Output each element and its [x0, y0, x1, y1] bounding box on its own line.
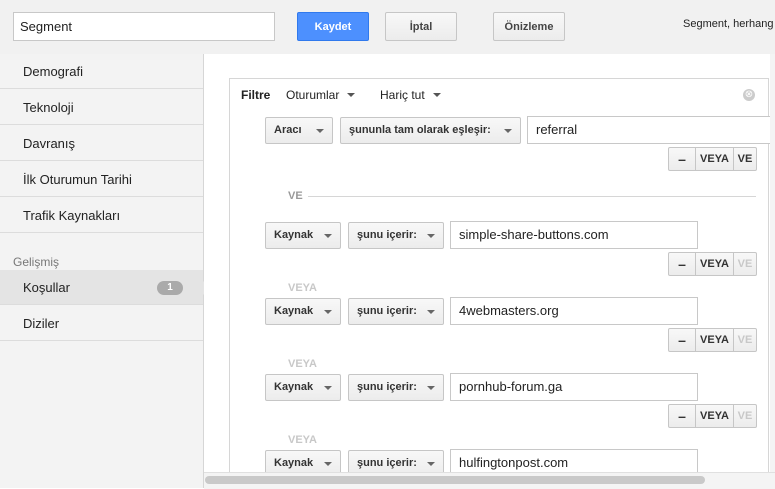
or-separator-label: VEYA	[288, 358, 317, 370]
filter-mode-label: Hariç tut	[380, 88, 425, 102]
cancel-button[interactable]: İptal	[385, 12, 457, 41]
sidebar-item-technology[interactable]: Teknoloji	[0, 90, 203, 125]
filter-title: Filtre	[241, 88, 271, 102]
sidebar-item-label: İlk Oturumun Tarihi	[23, 172, 132, 187]
operator-dropdown[interactable]: şunu içerir:	[348, 450, 444, 472]
sidebar-item-label: Diziler	[23, 316, 60, 331]
dimension-dropdown[interactable]: Aracı	[265, 117, 333, 144]
or-separator-label: VEYA	[288, 282, 317, 294]
dimension-dropdown[interactable]: Kaynak	[265, 450, 341, 472]
sidebar-item-sequences[interactable]: Diziler	[0, 306, 203, 341]
conditions-count-badge: 1	[157, 281, 183, 295]
or-button[interactable]: VEYA	[695, 405, 733, 427]
chevron-down-icon	[347, 92, 356, 97]
filter-header: Filtre Oturumlar Hariç tut ⊗	[230, 79, 770, 110]
operator-label: şunu içerir:	[357, 305, 417, 317]
chevron-down-icon	[324, 234, 332, 238]
chevron-down-icon	[504, 129, 512, 133]
sidebar-item-label: Trafik Kaynakları	[23, 208, 121, 223]
condition-value-input[interactable]: simple-share-buttons.com	[450, 221, 698, 249]
condition-value-input[interactable]: pornhub-forum.ga	[450, 373, 698, 401]
sidebar-item-label: Koşullar	[23, 280, 70, 295]
condition-value-input[interactable]: hulfingtonpost.com	[450, 449, 698, 472]
dimension-label: Kaynak	[274, 381, 314, 393]
chevron-down-icon	[427, 462, 435, 466]
segment-name-input[interactable]	[13, 12, 275, 41]
or-separator-label: VEYA	[288, 434, 317, 446]
vertical-scrollbar[interactable]	[770, 54, 775, 472]
filter-box: Filtre Oturumlar Hariç tut ⊗ Aracı şunun…	[229, 78, 772, 472]
chevron-down-icon	[432, 92, 441, 97]
sidebar-item-label: Teknoloji	[23, 100, 74, 115]
operator-label: şunu içerir:	[357, 381, 417, 393]
horizontal-scrollbar-thumb[interactable]	[205, 476, 705, 484]
or-button[interactable]: VEYA	[695, 329, 733, 351]
or-button[interactable]: VEYA	[695, 253, 733, 275]
dimension-dropdown[interactable]: Kaynak	[265, 298, 341, 325]
dimension-dropdown[interactable]: Kaynak	[265, 374, 341, 401]
filter-scope-label: Oturumlar	[286, 88, 340, 102]
condition-ops-group: – VEYA VE	[668, 147, 757, 171]
segment-summary-text: Segment, herhang	[683, 18, 774, 30]
operator-label: şunu içerir:	[357, 457, 417, 469]
chevron-down-icon	[427, 234, 435, 238]
condition-ops-group: – VEYA VE	[668, 252, 757, 276]
operator-dropdown[interactable]: şunu içerir:	[348, 298, 444, 325]
sidebar-item-demographics[interactable]: Demografi	[0, 54, 203, 89]
horizontal-scrollbar[interactable]	[204, 472, 775, 489]
chevron-down-icon	[324, 310, 332, 314]
chevron-down-icon	[316, 129, 324, 133]
dimension-label: Aracı	[274, 124, 302, 136]
chevron-down-icon	[324, 462, 332, 466]
remove-condition-button[interactable]: –	[669, 253, 695, 275]
segment-sidebar: Demografi Teknoloji Davranış İlk Oturumu…	[0, 54, 204, 488]
dimension-label: Kaynak	[274, 229, 314, 241]
chevron-down-icon	[324, 386, 332, 390]
sidebar-section-advanced: Gelişmiş	[13, 255, 60, 269]
dimension-dropdown[interactable]: Kaynak	[265, 222, 341, 249]
save-button[interactable]: Kaydet	[297, 12, 369, 41]
remove-condition-button[interactable]: –	[669, 329, 695, 351]
sidebar-item-behavior[interactable]: Davranış	[0, 126, 203, 161]
and-button[interactable]: VE	[733, 148, 756, 170]
and-button[interactable]: VE	[733, 405, 756, 427]
preview-button[interactable]: Önizleme	[493, 12, 565, 41]
condition-ops-group: – VEYA VE	[668, 404, 757, 428]
remove-condition-button[interactable]: –	[669, 148, 695, 170]
sidebar-item-label: Demografi	[23, 64, 83, 79]
sidebar-item-label: Davranış	[23, 136, 76, 151]
operator-dropdown[interactable]: şunu içerir:	[348, 222, 444, 249]
remove-filter-icon[interactable]: ⊗	[743, 89, 755, 101]
condition-ops-group: – VEYA VE	[668, 328, 757, 352]
and-button[interactable]: VE	[733, 329, 756, 351]
sidebar-item-traffic-sources[interactable]: Trafik Kaynakları	[0, 198, 203, 233]
chevron-down-icon	[427, 386, 435, 390]
operator-dropdown[interactable]: şunu içerir:	[348, 374, 444, 401]
segment-editor-toolbar: Kaydet İptal Önizleme Segment, herhang	[0, 0, 775, 55]
chevron-down-icon	[427, 310, 435, 314]
operator-label: şunu içerir:	[357, 229, 417, 241]
sidebar-item-conditions[interactable]: Koşullar 1	[0, 270, 203, 305]
condition-value-input[interactable]: 4webmasters.org	[450, 297, 698, 325]
filter-scope-dropdown[interactable]: Oturumlar	[286, 88, 356, 102]
remove-condition-button[interactable]: –	[669, 405, 695, 427]
or-button[interactable]: VEYA	[695, 148, 733, 170]
dimension-label: Kaynak	[274, 305, 314, 317]
operator-label: şununla tam olarak eşleşir:	[349, 124, 491, 136]
sidebar-item-date-of-first-session[interactable]: İlk Oturumun Tarihi	[0, 162, 203, 197]
operator-dropdown[interactable]: şununla tam olarak eşleşir:	[340, 117, 521, 144]
filter-mode-dropdown[interactable]: Hariç tut	[380, 88, 441, 102]
and-separator-line	[308, 196, 756, 197]
dimension-label: Kaynak	[274, 457, 314, 469]
condition-value-input[interactable]: referral	[527, 116, 772, 144]
and-separator-label: VE	[288, 190, 303, 202]
and-button[interactable]: VE	[733, 253, 756, 275]
conditions-panel: Filtre Oturumlar Hariç tut ⊗ Aracı şunun…	[204, 54, 775, 472]
